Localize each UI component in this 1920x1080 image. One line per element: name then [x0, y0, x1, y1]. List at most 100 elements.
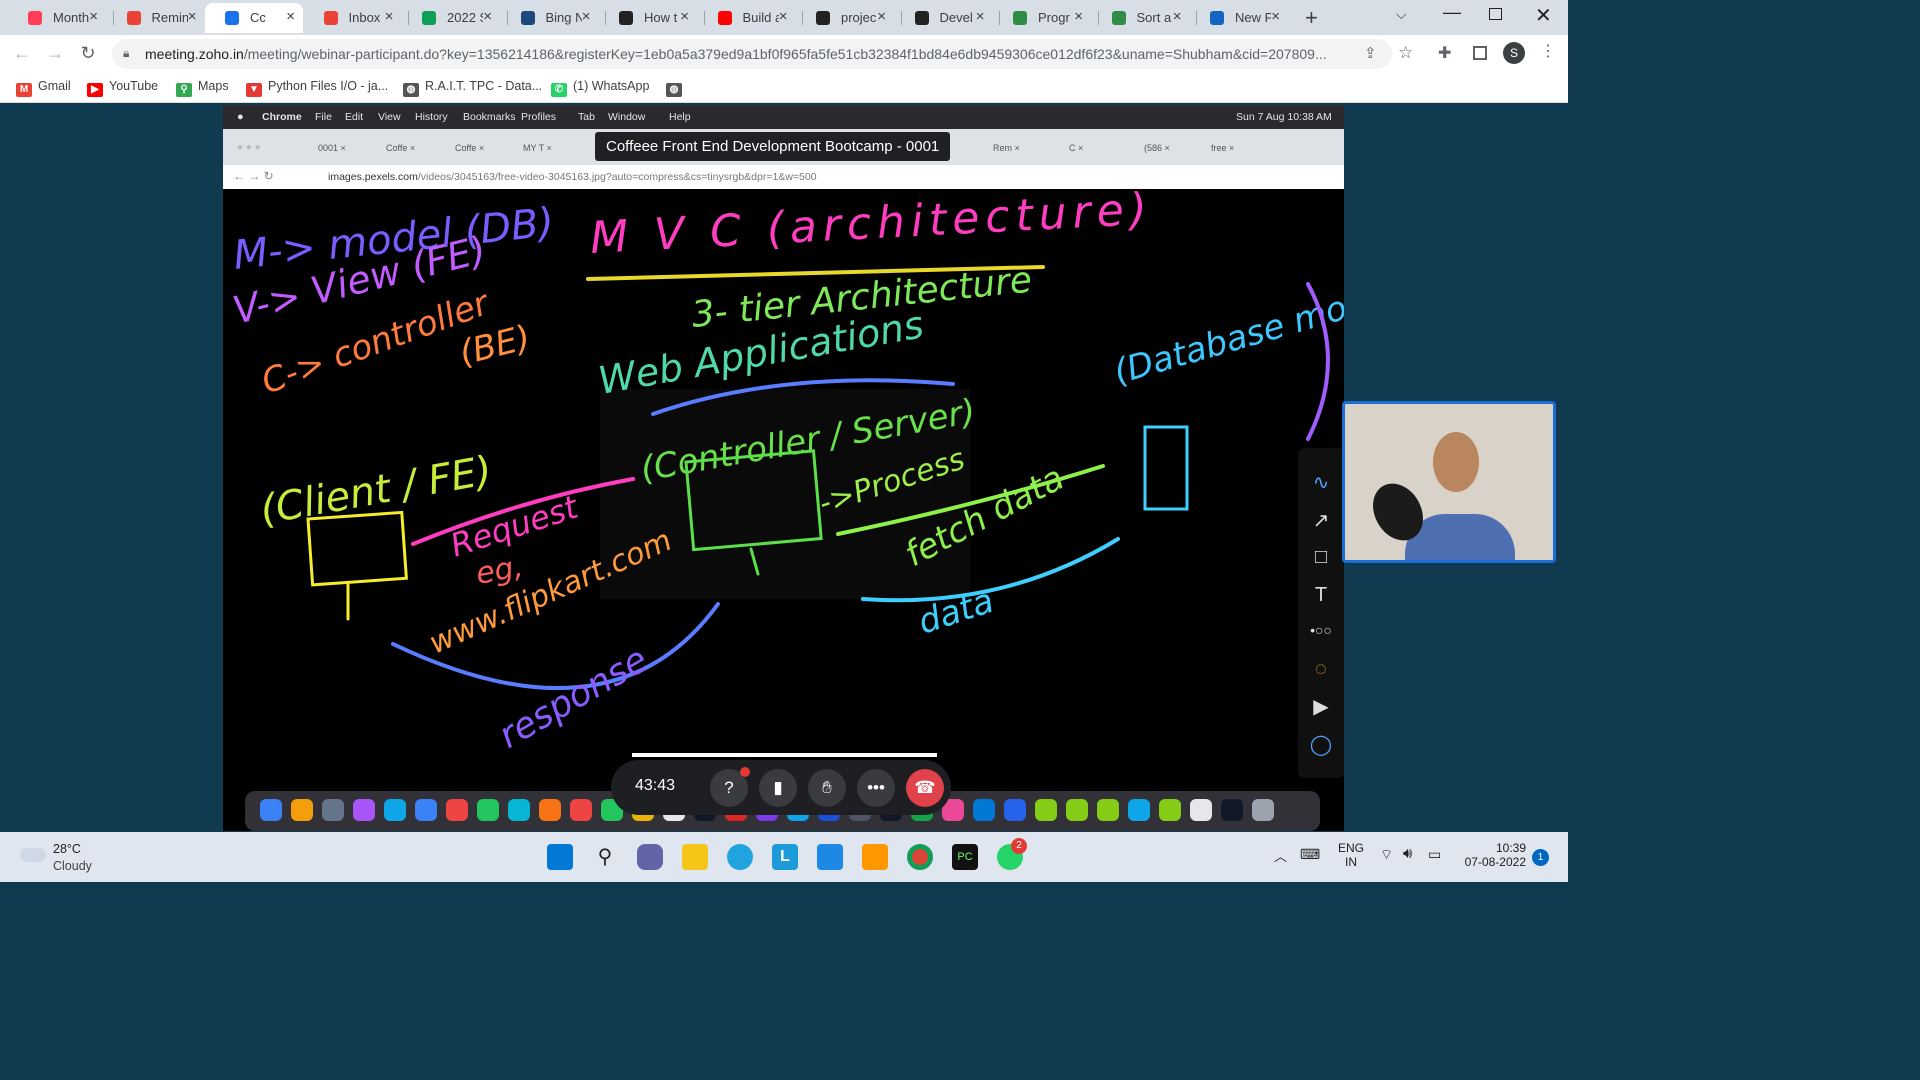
dock-app-icon [1190, 799, 1212, 821]
dock-app-icon [477, 799, 499, 821]
bookmark-item[interactable]: ▶ YouTube [87, 79, 158, 97]
bookmark-item[interactable]: ▼ Python Files I/O - ja... [246, 79, 388, 97]
teams-chat-icon[interactable] [637, 844, 663, 870]
rectangle-tool-icon[interactable]: □ [1298, 546, 1344, 569]
restore-button[interactable] [1489, 8, 1502, 20]
mac-menu-item: Window [608, 111, 646, 123]
side-panel-icon[interactable] [1473, 46, 1487, 60]
more-options-button[interactable]: ••• [857, 769, 895, 807]
tab-close-icon[interactable]: × [1173, 8, 1182, 25]
chrome-taskbar-icon[interactable] [907, 844, 933, 870]
pen-tool-icon[interactable]: ∿ [1298, 470, 1344, 495]
share-icon[interactable]: ⇪ [1364, 44, 1377, 62]
browser-tab[interactable]: 2022 S× [402, 3, 500, 33]
l-app-icon[interactable]: L [772, 844, 798, 870]
text-tool-icon[interactable]: T [1298, 584, 1344, 607]
mac-menu-item: Tab [578, 111, 595, 123]
color-picker-icon[interactable]: ◌ [1298, 658, 1344, 681]
start-button[interactable] [547, 844, 573, 870]
replit-icon [619, 11, 633, 25]
bookmark-item[interactable]: ✆ (1) WhatsApp [551, 79, 649, 97]
tab-close-icon[interactable]: × [1074, 8, 1083, 25]
tab-close-icon[interactable]: × [89, 8, 98, 25]
bookmark-item[interactable]: M Gmail [16, 79, 71, 97]
bookmark-label: (1) WhatsApp [573, 79, 650, 93]
tab-close-icon[interactable]: × [779, 8, 788, 25]
tab-close-icon[interactable]: × [680, 8, 689, 25]
system-clock[interactable]: 10:39 07-08-2022 [1462, 841, 1526, 869]
reload-button[interactable]: ↻ [77, 43, 99, 64]
url-text[interactable]: meeting.zoho.in/meeting/webinar-particip… [145, 46, 1327, 62]
browser-tab[interactable]: How t × [599, 3, 697, 33]
sheets-icon [422, 11, 436, 25]
whatsapp-icon[interactable]: 2 [997, 838, 1027, 870]
browser-tab[interactable]: Remin × [107, 3, 205, 33]
url-host: meeting.zoho.in [145, 46, 244, 62]
new-tab-button[interactable]: + [1305, 5, 1318, 31]
dock-app-icon [1004, 799, 1026, 821]
browser-tab[interactable]: New F × [1190, 3, 1288, 33]
close-window-button[interactable]: ✕ [1535, 3, 1552, 28]
battery-icon[interactable]: ▭ [1428, 846, 1441, 863]
arrow-tool-icon[interactable]: ↗ [1298, 508, 1344, 533]
bookmark-icon: ▼ [246, 83, 262, 97]
leave-meeting-button[interactable]: ☎︎ [906, 769, 944, 807]
extensions-icon[interactable]: ✚ [1438, 43, 1451, 63]
lang-primary: ENG [1337, 841, 1364, 855]
chrome-menu-icon[interactable]: ⋮ [1540, 41, 1556, 61]
bookmark-item[interactable]: ◍ R.A.I.T. TPC - Data... [403, 79, 542, 97]
dock-app-icon [539, 799, 561, 821]
minimize-button[interactable]: — [1443, 2, 1461, 23]
poll-button[interactable]: ▮ [759, 769, 797, 807]
tab-search-icon[interactable]: ⌵ [1396, 6, 1407, 23]
language-indicator[interactable]: ENG IN [1335, 841, 1367, 869]
browser-tab[interactable]: Inbox × [304, 3, 402, 33]
pycharm-icon[interactable]: PC [952, 844, 978, 870]
browser-tab[interactable]: Sort a × [1092, 3, 1190, 33]
sublime-icon[interactable] [862, 844, 888, 870]
notification-badge[interactable]: 1 [1532, 849, 1549, 866]
keyboard-icon[interactable]: ⌨ [1300, 846, 1320, 863]
back-button[interactable]: ← [11, 43, 33, 64]
gmail-icon [126, 11, 141, 25]
tab-close-icon[interactable]: × [1271, 8, 1280, 25]
raise-hand-button[interactable]: ✋︎ [808, 769, 846, 807]
bookmark-star-icon[interactable]: ☆ [1398, 43, 1413, 63]
bookmark-item[interactable]: ◍ [666, 79, 688, 97]
tab-close-icon[interactable]: × [877, 8, 886, 25]
mac-menu-item: File [315, 111, 332, 123]
tab-close-icon[interactable]: × [385, 8, 394, 25]
qa-button[interactable]: ? [710, 767, 750, 807]
dock-app-icon [322, 799, 344, 821]
address-bar[interactable]: 🔒︎ meeting.zoho.in/meeting/webinar-parti… [112, 39, 1392, 69]
tab-close-icon[interactable]: × [286, 8, 295, 25]
tab-close-icon[interactable]: × [188, 8, 197, 25]
browser-tab[interactable]: Month × [8, 3, 106, 33]
edge-icon[interactable] [727, 844, 753, 870]
timer-tool-icon[interactable]: ◯ [1298, 732, 1344, 757]
tab-close-icon[interactable]: × [483, 8, 492, 25]
browser-tab[interactable]: Devel × [895, 3, 993, 33]
bookmark-item[interactable]: ⚲ Maps [176, 79, 229, 97]
tray-chevron-icon[interactable]: ︿ [1274, 846, 1287, 865]
tab-close-icon[interactable]: × [976, 8, 985, 25]
wifi-icon[interactable]: ⌔ [1380, 846, 1393, 864]
profile-avatar[interactable]: S [1503, 42, 1525, 64]
shared-tab: (586 × [1144, 143, 1170, 153]
tab-close-icon[interactable]: × [582, 8, 591, 25]
browser-tab[interactable]: Build a × [698, 3, 796, 33]
browser-tab[interactable]: Progr × [993, 3, 1091, 33]
bookmark-icon: M [16, 83, 32, 97]
mac-menu-item: Bookmarks [463, 111, 516, 123]
play-icon[interactable]: ▶ [1298, 694, 1344, 719]
tab-label: Inbox [348, 10, 381, 25]
vscode-icon[interactable] [817, 844, 843, 870]
browser-tab[interactable]: Cc × [205, 3, 303, 33]
file-explorer-icon[interactable] [682, 844, 708, 870]
browser-tab[interactable]: Bing N × [501, 3, 599, 33]
connector-tool-icon[interactable]: •○○ [1298, 622, 1344, 638]
volume-icon[interactable]: 🔊︎ [1403, 845, 1412, 862]
browser-tab[interactable]: projec × [796, 3, 894, 33]
search-icon[interactable]: ⚲ [592, 844, 618, 870]
forward-button[interactable]: → [44, 43, 66, 64]
